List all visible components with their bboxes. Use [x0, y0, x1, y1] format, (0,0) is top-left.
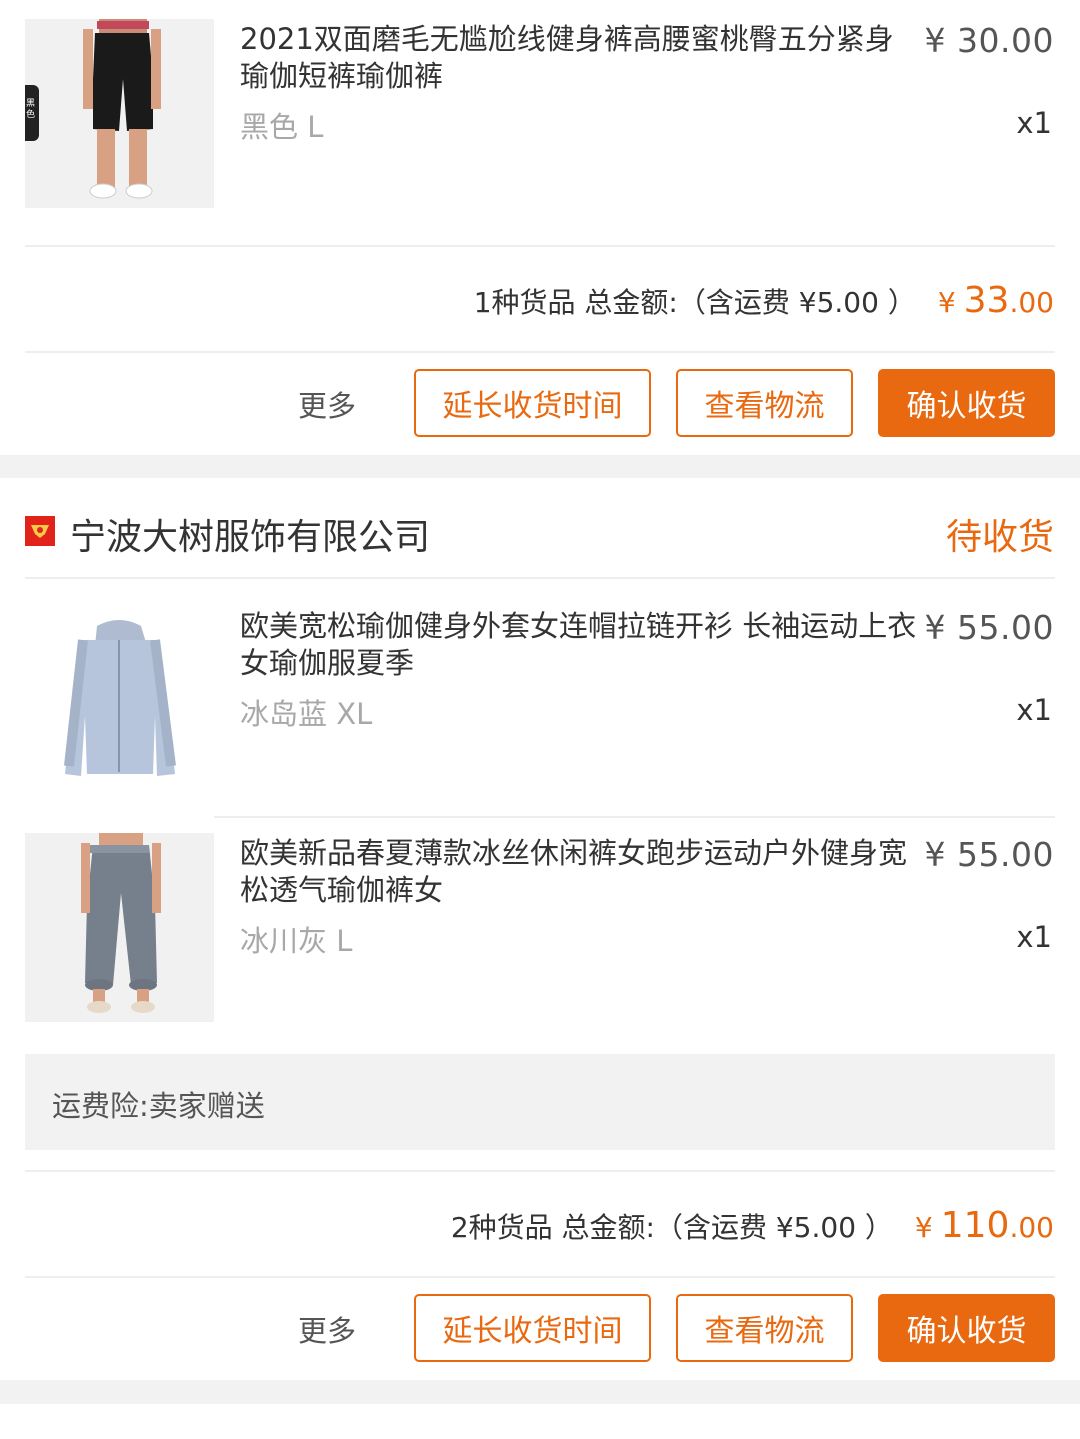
shipping-insurance-label: 运费险:卖家赠送 [52, 1089, 265, 1123]
summary-label: 2种货品 总金额:（含运费 ¥5.00 ） [450, 1211, 893, 1244]
product-image[interactable] [25, 606, 214, 795]
product-quantity: x1 [1016, 106, 1052, 140]
order-status: 待收货 [945, 517, 1054, 558]
shipping-insurance: 运费险:卖家赠送 [25, 1054, 1055, 1150]
product-price: ¥ 55.00 [924, 608, 1054, 647]
total-amount-decimal: .00 [1009, 1211, 1054, 1244]
order-summary: 2种货品 总金额:（含运费 ¥5.00 ） ¥ 110 .00 [451, 1205, 1054, 1246]
order-summary: 1种货品 总金额:（含运费 ¥5.00 ） ¥ 33 .00 [474, 280, 1054, 321]
product-quantity: x1 [1016, 693, 1052, 727]
total-amount-decimal: .00 [1009, 286, 1054, 319]
divider [25, 245, 1055, 247]
product-price: ¥ 30.00 [924, 21, 1054, 60]
shop-icon [25, 516, 55, 546]
product-spec: 冰川灰 L [240, 924, 353, 958]
divider [214, 816, 1055, 818]
confirm-receipt-button[interactable]: 确认收货 [878, 369, 1055, 437]
extend-receipt-button[interactable]: 延长收货时间 [414, 369, 651, 437]
product-title[interactable]: 欧美宽松瑜伽健身外套女连帽拉链开衫 长袖运动上衣女瑜伽服夏季 [240, 608, 920, 682]
more-button[interactable]: 更多 [298, 1308, 356, 1350]
color-badge: 黑色 [25, 85, 39, 141]
divider [25, 351, 1055, 353]
extend-receipt-button[interactable]: 延长收货时间 [414, 1294, 651, 1362]
view-logistics-button[interactable]: 查看物流 [676, 1294, 853, 1362]
order-card: 黑色 2021双面磨毛无尴尬线健身裤高腰蜜桃臀五分紧身瑜伽短裤瑜伽裤 ¥ 30.… [0, 0, 1080, 455]
total-amount-integer: 33 [963, 280, 1010, 321]
order-card [0, 1404, 1080, 1439]
product-spec: 冰岛蓝 XL [240, 697, 373, 731]
divider [25, 1276, 1055, 1278]
product-image[interactable] [25, 833, 214, 1022]
confirm-receipt-button[interactable]: 确认收货 [878, 1294, 1055, 1362]
product-spec: 黑色 L [240, 110, 324, 144]
order-card: 宁波大树服饰有限公司 待收货 欧美宽松瑜伽健身外套女连帽拉链开衫 长袖运动上衣女… [0, 478, 1080, 1380]
product-title[interactable]: 2021双面磨毛无尴尬线健身裤高腰蜜桃臀五分紧身瑜伽短裤瑜伽裤 [240, 21, 920, 95]
total-amount-integer: 110 [940, 1205, 1010, 1246]
summary-label: 1种货品 总金额:（含运费 ¥5.00 ） [473, 286, 916, 319]
shop-name[interactable]: 宁波大树服饰有限公司 [70, 508, 430, 560]
more-button[interactable]: 更多 [298, 383, 356, 425]
divider [25, 1170, 1055, 1172]
currency-symbol: ¥ [914, 1211, 933, 1244]
product-price: ¥ 55.00 [924, 835, 1054, 874]
currency-symbol: ¥ [937, 286, 956, 319]
view-logistics-button[interactable]: 查看物流 [676, 369, 853, 437]
product-quantity: x1 [1016, 920, 1052, 954]
divider [25, 577, 1055, 579]
product-title[interactable]: 欧美新品春夏薄款冰丝休闲裤女跑步运动户外健身宽松透气瑜伽裤女 [240, 835, 920, 909]
product-image[interactable]: 黑色 [25, 19, 214, 208]
